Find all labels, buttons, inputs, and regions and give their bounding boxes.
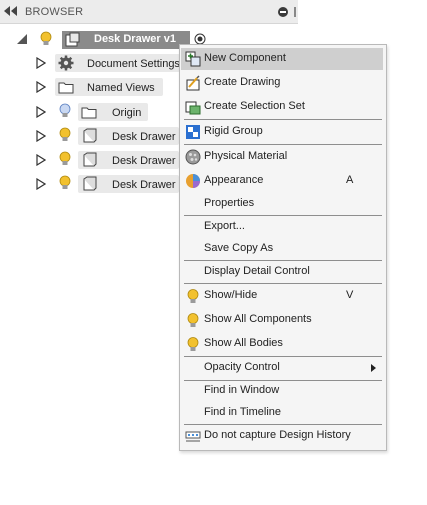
menu-item-label: New Component: [204, 52, 286, 64]
menu-item-label: Create Drawing: [204, 76, 281, 88]
browser-title: BROWSER: [25, 6, 84, 18]
lightbulb-icon[interactable]: [59, 151, 71, 167]
folder-icon: [81, 107, 97, 119]
menu-item-physical-material[interactable]: Physical Material: [181, 146, 383, 168]
menu-item-label: Display Detail Control: [204, 265, 310, 277]
menu-item-create-drawing[interactable]: Create Drawing: [181, 72, 383, 94]
menu-item-label: Create Selection Set: [204, 100, 305, 112]
appearance-icon: [186, 174, 200, 188]
create-drawing-icon: [186, 75, 200, 91]
minimize-icon[interactable]: [278, 7, 288, 17]
lightbulb-icon: [187, 337, 199, 351]
tree-item-label: Desk Drawer: [112, 131, 176, 143]
menu-item-export[interactable]: Export...: [181, 216, 383, 238]
menu-item-find-in-window[interactable]: Find in Window: [181, 380, 383, 402]
collapsed-triangle-icon[interactable]: [36, 178, 46, 190]
menu-item-properties[interactable]: Properties: [181, 193, 383, 215]
collapse-panel-icon[interactable]: [4, 6, 18, 16]
new-component-icon: [185, 51, 201, 67]
tree-item-label: Desk Drawer: [112, 155, 176, 167]
menu-item-label: Show/Hide: [204, 289, 258, 301]
menu-item-appearance[interactable]: Appearance A: [181, 170, 383, 192]
menu-item-label: Properties: [204, 197, 255, 209]
menu-item-label: Do not capture Design History: [204, 429, 351, 441]
context-menu: New Component Create Drawing Create Sele…: [179, 44, 387, 451]
tree-item-label: Named Views: [87, 82, 155, 94]
rigid-group-icon: [186, 125, 200, 139]
collapsed-triangle-icon[interactable]: [36, 57, 46, 69]
menu-item-show-all-components[interactable]: Show All Components: [181, 309, 383, 331]
panel-grip-icon[interactable]: [294, 7, 296, 17]
menu-shortcut: A: [346, 174, 354, 186]
menu-shortcut: V: [346, 289, 354, 301]
menu-item-opacity-control[interactable]: Opacity Control: [181, 357, 383, 379]
collapsed-triangle-icon[interactable]: [36, 106, 46, 118]
design-history-icon: [185, 431, 201, 442]
expanded-triangle-icon[interactable]: [17, 34, 27, 44]
menu-item-label: Find in Timeline: [204, 406, 282, 418]
menu-item-label: Save Copy As: [204, 242, 274, 254]
menu-item-label: Rigid Group: [204, 125, 263, 137]
menu-item-label: Opacity Control: [204, 361, 280, 373]
menu-separator: [184, 283, 382, 284]
menu-item-label: Show All Components: [204, 313, 312, 325]
menu-item-new-component[interactable]: New Component: [181, 48, 383, 70]
menu-separator: [184, 144, 382, 145]
tree-item-label: Desk Drawer: [112, 179, 176, 191]
submenu-arrow-icon: [371, 364, 376, 372]
physical-material-icon: [185, 149, 201, 165]
menu-item-label: Show All Bodies: [204, 337, 283, 349]
tree-item-label: Document Settings: [87, 58, 180, 70]
menu-item-show-hide[interactable]: Show/Hide V: [181, 285, 383, 307]
component-icon: [83, 128, 97, 143]
lightbulb-icon: [187, 289, 199, 303]
root-component-label[interactable]: Desk Drawer v1: [94, 33, 176, 45]
menu-item-label: Export...: [204, 220, 245, 232]
lightbulb-icon[interactable]: [59, 127, 71, 143]
lightbulb-icon[interactable]: [40, 31, 52, 47]
menu-item-find-in-timeline[interactable]: Find in Timeline: [181, 402, 383, 424]
lightbulb-icon: [187, 313, 199, 327]
menu-item-do-not-capture-design-history[interactable]: Do not capture Design History: [181, 425, 383, 447]
menu-separator: [184, 119, 382, 120]
menu-item-rigid-group[interactable]: Rigid Group: [181, 121, 383, 143]
folder-icon: [58, 82, 74, 94]
component-icon: [83, 152, 97, 167]
browser-header: BROWSER: [0, 0, 298, 24]
assembly-icon: [65, 32, 80, 47]
collapsed-triangle-icon[interactable]: [36, 130, 46, 142]
menu-item-display-detail-control[interactable]: Display Detail Control: [181, 261, 383, 283]
collapsed-triangle-icon[interactable]: [36, 81, 46, 93]
menu-item-show-all-bodies[interactable]: Show All Bodies: [181, 333, 383, 355]
menu-item-label: Physical Material: [204, 150, 288, 162]
component-icon: [83, 176, 97, 191]
tree-item-label: Origin: [112, 107, 142, 119]
lightbulb-off-icon[interactable]: [59, 103, 71, 119]
menu-item-label: Appearance: [204, 174, 264, 186]
collapsed-triangle-icon[interactable]: [36, 154, 46, 166]
menu-item-create-selection-set[interactable]: Create Selection Set: [181, 96, 383, 118]
lightbulb-icon[interactable]: [59, 175, 71, 191]
menu-item-save-copy-as[interactable]: Save Copy As: [181, 238, 383, 260]
menu-item-label: Find in Window: [204, 384, 280, 396]
selection-set-icon: [185, 101, 201, 115]
gear-icon: [58, 55, 74, 71]
